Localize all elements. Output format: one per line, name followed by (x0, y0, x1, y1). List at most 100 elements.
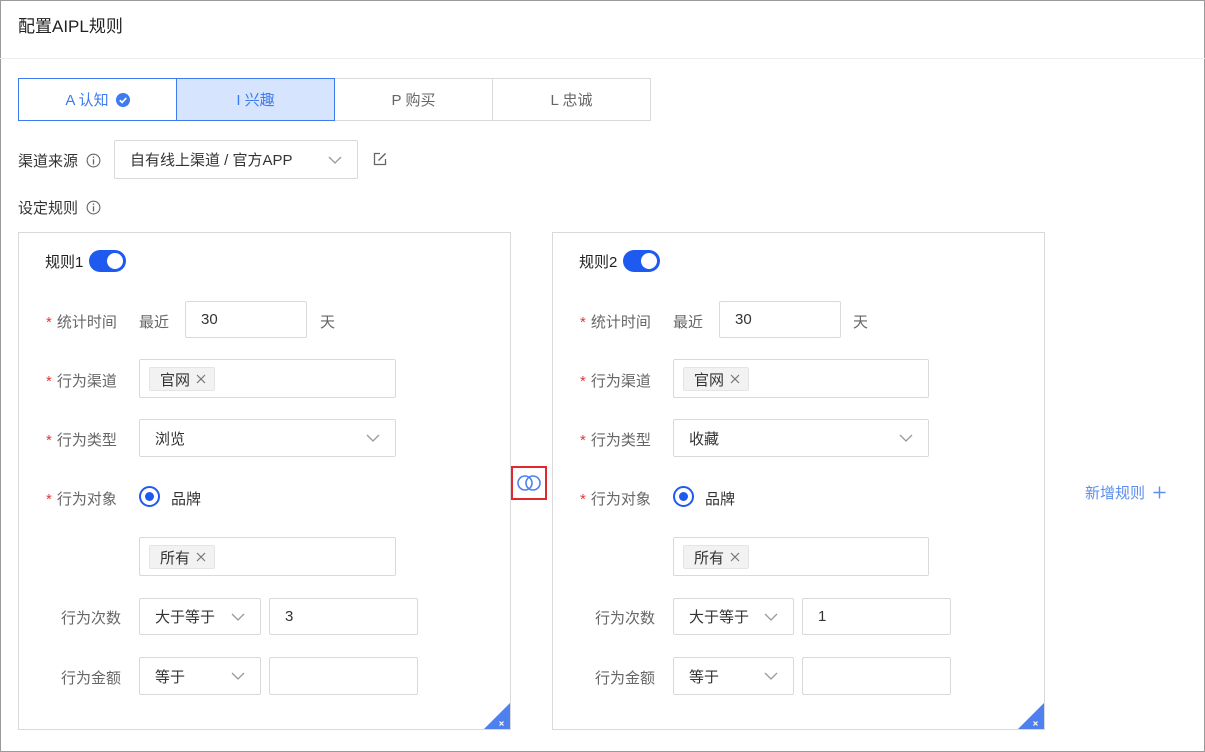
tab-awareness[interactable]: A 认知 (18, 78, 177, 121)
close-icon[interactable] (730, 552, 740, 562)
brand-radio[interactable] (139, 486, 160, 507)
day-unit-text: 天 (320, 314, 336, 331)
object-tag-select[interactable]: 所有 (139, 537, 396, 576)
required-mark: * (580, 373, 586, 390)
delete-corner-icon[interactable] (484, 703, 510, 729)
info-icon[interactable] (86, 153, 101, 168)
behavior-channel-text: 行为渠道 (590, 373, 651, 390)
stat-time-text: 统计时间 (56, 314, 117, 331)
behavior-type-label: * 行为类型 (46, 429, 117, 450)
behavior-count-label: 行为次数 (61, 610, 122, 627)
behavior-type-select[interactable]: 收藏 (673, 419, 929, 457)
behavior-channel-text: 行为渠道 (56, 373, 117, 390)
close-icon[interactable] (196, 374, 206, 384)
chevron-down-icon (328, 156, 342, 164)
count-operator-value: 大于等于 (689, 609, 750, 626)
required-mark: * (580, 491, 586, 508)
count-operator-select[interactable]: 大于等于 (673, 598, 794, 635)
tab-purchase[interactable]: P 购买 (334, 78, 493, 121)
close-icon[interactable] (730, 374, 740, 384)
behavior-channel-label: * 行为渠道 (46, 370, 117, 391)
rule-header: 规则1 (45, 250, 127, 272)
toggle-knob (107, 253, 124, 269)
days-input[interactable]: 30 (719, 301, 841, 338)
rule-card-1: 规则1 * 统计时间 最近 30 天 * 行为渠道 官网 * 行为类型 浏览 * 行为对… (18, 232, 511, 730)
behavior-object-text: 行为对象 (590, 491, 651, 508)
behavior-type-text: 行为类型 (56, 432, 117, 449)
amount-operator-value: 等于 (155, 668, 186, 686)
title-divider (0, 58, 1205, 59)
brand-radio[interactable] (673, 486, 694, 507)
days-input[interactable]: 30 (185, 301, 307, 338)
required-mark: * (46, 314, 52, 331)
behavior-amount-label: 行为金额 (595, 670, 656, 687)
rule-card-2: 规则2 * 统计时间 最近 30 天 * 行为渠道 官网 * 行为类型 收藏 * 行为对… (552, 232, 1045, 730)
stat-time-label: * 统计时间 (46, 311, 117, 332)
stat-time-label: * 统计时间 (580, 311, 651, 332)
amount-value-input[interactable] (269, 657, 418, 695)
count-operator-value: 大于等于 (155, 609, 216, 626)
behavior-type-text: 行为类型 (590, 432, 651, 449)
required-mark: * (46, 432, 52, 449)
delete-corner-icon[interactable] (1018, 703, 1044, 729)
amount-value-input[interactable] (802, 657, 951, 695)
count-operator-select[interactable]: 大于等于 (139, 598, 261, 635)
rule-header: 规则2 (579, 250, 661, 272)
edit-icon[interactable] (372, 151, 388, 167)
object-tag-text: 所有 (160, 549, 191, 567)
channel-source-text: 渠道来源 (18, 153, 79, 170)
amount-operator-value: 等于 (689, 668, 720, 686)
count-value-input[interactable]: 3 (269, 598, 418, 635)
behavior-amount-label: 行为金额 (61, 670, 122, 687)
tab-loyalty[interactable]: L 忠诚 (492, 78, 651, 121)
required-mark: * (46, 491, 52, 508)
aipl-tabs: A 认知 I 兴趣 P 购买 L 忠诚 (18, 78, 651, 121)
recent-text: 最近 (673, 314, 704, 331)
info-icon[interactable] (86, 200, 101, 215)
brand-option-label: 品牌 (705, 491, 736, 508)
behavior-count-label: 行为次数 (595, 610, 656, 627)
channel-source-value: 自有线上渠道 / 官方APP (130, 152, 293, 169)
amount-operator-select[interactable]: 等于 (139, 657, 261, 695)
required-mark: * (580, 432, 586, 449)
set-rules-text: 设定规则 (18, 200, 79, 217)
object-tag: 所有 (149, 545, 216, 569)
page-title: 配置AIPL规则 (18, 17, 123, 36)
channel-tag-text: 官网 (160, 371, 191, 389)
amount-operator-select[interactable]: 等于 (673, 657, 794, 695)
chevron-down-icon (366, 434, 380, 442)
object-tag-select[interactable]: 所有 (673, 537, 929, 576)
intersect-icon (517, 475, 541, 491)
check-circle-icon (115, 92, 130, 107)
rule-enable-toggle[interactable] (89, 250, 127, 272)
behavior-object-label: * 行为对象 (46, 488, 117, 509)
add-rule-button[interactable]: 新增规则 (1085, 482, 1166, 503)
recent-text: 最近 (139, 314, 170, 331)
chevron-down-icon (231, 672, 245, 680)
required-mark: * (580, 314, 586, 331)
count-value-input[interactable]: 1 (802, 598, 951, 635)
chevron-down-icon (764, 613, 778, 621)
add-rule-label: 新增规则 (1085, 485, 1146, 502)
behavior-type-value: 收藏 (689, 430, 720, 448)
behavior-channel-label: * 行为渠道 (580, 370, 651, 391)
close-icon[interactable] (196, 552, 206, 562)
behavior-channel-select[interactable]: 官网 (139, 359, 396, 398)
object-tag-text: 所有 (694, 549, 725, 567)
tab-interest[interactable]: I 兴趣 (176, 78, 335, 121)
channel-source-select[interactable]: 自有线上渠道 / 官方APP (114, 140, 358, 179)
count-value: 1 (818, 608, 827, 625)
object-tag: 所有 (683, 545, 750, 569)
days-value: 30 (735, 311, 752, 328)
rule-join-button[interactable] (511, 466, 547, 500)
behavior-channel-select[interactable]: 官网 (673, 359, 929, 398)
brand-option-label: 品牌 (171, 491, 202, 508)
behavior-object-text: 行为对象 (56, 491, 117, 508)
channel-tag-text: 官网 (694, 371, 725, 389)
behavior-type-select[interactable]: 浏览 (139, 419, 396, 457)
channel-tag: 官网 (683, 367, 750, 391)
tab-label: A 认知 (65, 92, 109, 109)
rule-enable-toggle[interactable] (623, 250, 661, 272)
rule-name: 规则2 (579, 253, 618, 271)
tab-label: P 购买 (391, 92, 436, 109)
